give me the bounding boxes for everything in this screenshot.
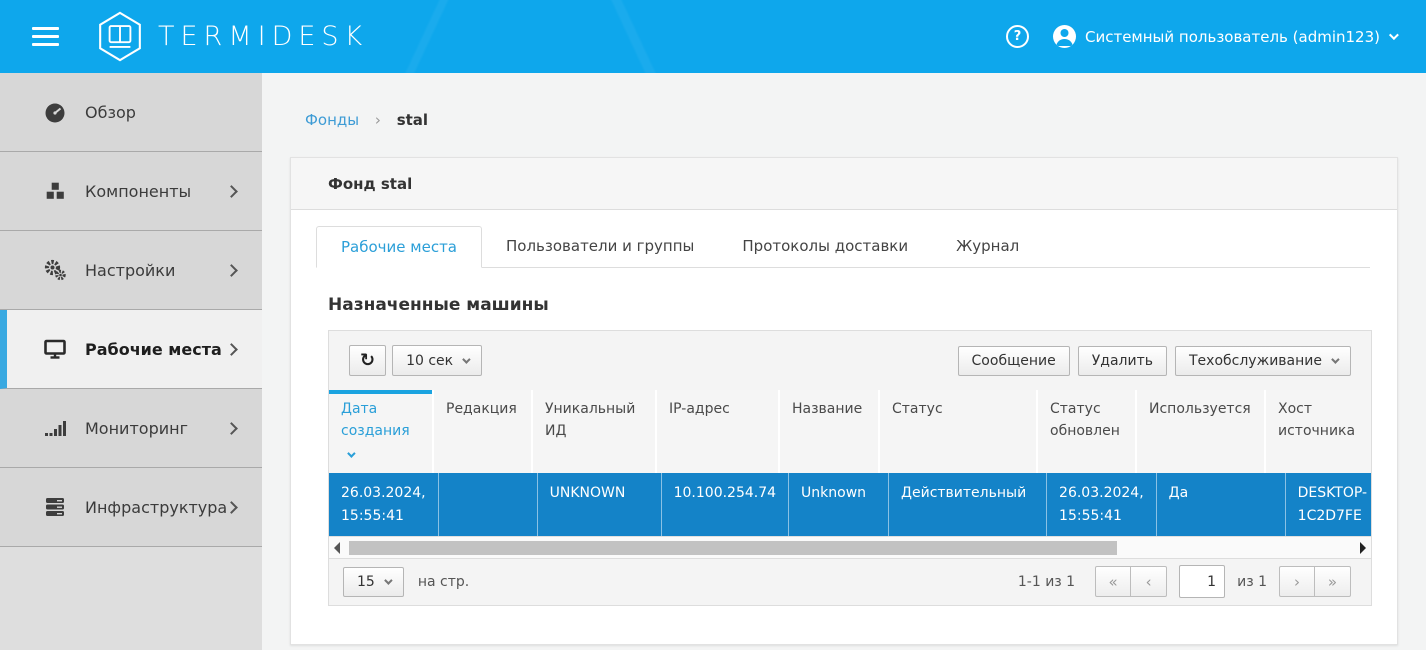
breadcrumb-current: stal	[396, 111, 429, 129]
card-header: Фонд stal	[291, 158, 1397, 210]
page-number-input[interactable]	[1179, 565, 1226, 599]
tab-bar: Рабочие места Пользователи и группы Прот…	[316, 226, 1370, 268]
sidebar-item-label: Обзор	[85, 102, 136, 122]
sort-descending-icon	[347, 449, 356, 458]
column-header-in-use[interactable]: Используется	[1137, 390, 1266, 474]
hexagon-logo-icon	[99, 11, 141, 62]
chevron-down-icon	[1331, 354, 1340, 364]
hamburger-menu-icon[interactable]	[32, 22, 59, 51]
sidebar-item-workplaces[interactable]: Рабочие места	[0, 310, 262, 389]
help-icon[interactable]: ?	[1005, 25, 1029, 48]
delete-button[interactable]: Удалить	[1077, 345, 1167, 376]
range-label: 1-1 из 1	[1017, 573, 1076, 590]
user-avatar-icon	[1052, 25, 1076, 48]
column-header-source-host[interactable]: Хост источника	[1266, 390, 1371, 473]
dashboard-icon	[40, 100, 70, 124]
page-size-dropdown[interactable]: 15	[343, 566, 404, 597]
sidebar-item-settings[interactable]: Настройки	[0, 231, 262, 310]
user-name: Системный пользователь (admin123)	[1084, 27, 1380, 46]
table-toolbar: ↻ 10 сек Сообщение Удалить Техобслуживан…	[329, 331, 1371, 390]
sidebar-item-monitoring[interactable]: Мониторинг	[0, 389, 262, 468]
sidebar-item-overview[interactable]: Обзор	[0, 73, 262, 152]
refresh-button[interactable]: ↻	[349, 345, 387, 376]
sidebar-item-label: Рабочие места	[85, 339, 222, 359]
cell-status: Действительный	[889, 473, 1048, 536]
machines-table-container: ↻ 10 сек Сообщение Удалить Техобслуживан…	[328, 330, 1372, 606]
sidebar-item-label: Настройки	[85, 260, 176, 280]
message-button[interactable]: Сообщение	[957, 345, 1070, 376]
pagination-bar: 15 на стр. 1-1 из 1 « ‹ из 1	[329, 557, 1371, 605]
column-header-created-date[interactable]: Дата создания	[329, 390, 434, 474]
cell-name: Unknown	[789, 473, 890, 536]
cubes-icon	[40, 179, 70, 203]
main-content: Фонды › stal Фонд stal Рабочие места Пол…	[262, 73, 1426, 650]
cell-in-use: Да	[1157, 473, 1286, 536]
brand-name: TERMIDESK	[158, 21, 369, 52]
column-header-status-updated[interactable]: Статус обновлен	[1038, 390, 1137, 474]
table-header-row: Дата создания Редакция Уникальный ИД IP-…	[329, 390, 1371, 474]
chevron-right-icon	[225, 421, 238, 435]
cell-status-updated: 26.03.2024, 15:55:41	[1047, 473, 1157, 536]
sidebar-item-label: Инфраструктура	[85, 497, 228, 517]
table-row[interactable]: 26.03.2024, 15:55:41 UNKNOWN 10.100.254.…	[329, 473, 1371, 536]
column-header-status[interactable]: Статус	[880, 390, 1038, 474]
app-logo: TERMIDESK	[97, 11, 368, 62]
monitor-icon	[40, 337, 70, 361]
first-page-button[interactable]: «	[1095, 566, 1132, 598]
cell-source-host: DESKTOP-1C2D7FE	[1297, 485, 1368, 524]
chevron-right-icon	[225, 342, 238, 356]
per-page-label: на стр.	[417, 573, 470, 590]
user-menu[interactable]: Системный пользователь (admin123)	[1052, 25, 1399, 48]
chevron-down-icon	[383, 576, 393, 585]
refresh-interval-dropdown[interactable]: 10 сек	[392, 345, 483, 376]
tab-journal[interactable]: Журнал	[932, 226, 1043, 268]
breadcrumb-link-funds[interactable]: Фонды	[305, 111, 359, 129]
column-header-name[interactable]: Название	[780, 390, 880, 474]
prev-page-button[interactable]: ‹	[1131, 566, 1168, 598]
chevron-down-icon	[462, 354, 471, 364]
server-icon	[40, 495, 70, 519]
refresh-icon: ↻	[360, 350, 376, 371]
card-title: Фонд stal	[328, 175, 413, 193]
cell-ip-address: 10.100.254.74	[662, 473, 790, 536]
tab-users-groups[interactable]: Пользователи и группы	[482, 226, 718, 268]
scroll-left-arrow-icon[interactable]	[334, 541, 340, 554]
sidebar-item-components[interactable]: Компоненты	[0, 152, 262, 231]
chevron-right-icon	[225, 263, 238, 277]
next-page-button[interactable]: ›	[1279, 566, 1315, 598]
termidesk-admin-page: TERMIDESK ? Системный пользователь (admi…	[0, 0, 1426, 650]
sidebar-item-infrastructure[interactable]: Инфраструктура	[0, 468, 262, 547]
column-header-ip-address[interactable]: IP-адрес	[657, 390, 780, 474]
chevron-right-icon	[225, 184, 238, 198]
breadcrumb: Фонды › stal	[262, 73, 1426, 129]
breadcrumb-separator: ›	[374, 111, 381, 129]
gears-icon	[40, 258, 70, 282]
horizontal-scrollbar[interactable]	[329, 535, 1371, 558]
cell-unique-id: UNKNOWN	[538, 473, 662, 536]
chevron-down-icon	[1388, 30, 1399, 41]
maintenance-dropdown[interactable]: Техобслуживание	[1175, 345, 1351, 376]
sidebar-item-label: Мониторинг	[85, 418, 188, 438]
cell-created-date: 26.03.2024, 15:55:41	[329, 473, 439, 536]
column-header-unique-id[interactable]: Уникальный ИД	[533, 390, 657, 474]
sidebar-nav: Обзор Компоненты Настройки Рабочие места	[0, 73, 262, 650]
last-page-button[interactable]: »	[1315, 566, 1351, 598]
section-title: Назначенные машины	[328, 295, 549, 315]
sidebar-item-label: Компоненты	[85, 181, 192, 201]
tab-delivery-protocols[interactable]: Протоколы доставки	[718, 226, 932, 268]
scrollbar-thumb[interactable]	[349, 540, 1117, 555]
top-header: TERMIDESK ? Системный пользователь (admi…	[0, 0, 1426, 73]
column-header-edition[interactable]: Редакция	[434, 390, 533, 474]
scroll-right-arrow-icon[interactable]	[1360, 541, 1366, 554]
bar-chart-icon	[40, 416, 70, 440]
cell-edition	[439, 473, 538, 536]
fund-card: Фонд stal Рабочие места Пользователи и г…	[290, 157, 1398, 645]
tab-workplaces[interactable]: Рабочие места	[316, 226, 482, 268]
of-pages-label: из 1	[1237, 573, 1267, 590]
card-body: Рабочие места Пользователи и группы Прот…	[291, 210, 1397, 644]
